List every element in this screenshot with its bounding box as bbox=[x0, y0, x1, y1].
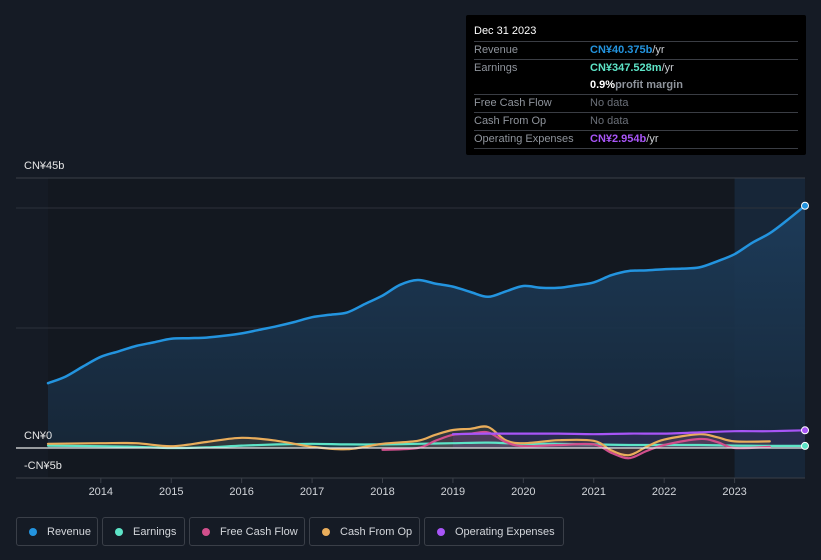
tooltip-panel: Dec 31 2023 Revenue CN¥40.375b /yr Earni… bbox=[466, 15, 806, 155]
x-tick-label: 2023 bbox=[722, 486, 746, 498]
legend-label: Earnings bbox=[133, 525, 177, 538]
tooltip-row-operating-expenses: Operating Expenses CN¥2.954b /yr bbox=[474, 131, 798, 149]
x-tick-label: 2022 bbox=[652, 486, 676, 498]
tooltip-value: CN¥347.528m bbox=[590, 62, 662, 74]
tooltip-value: CN¥40.375b bbox=[590, 44, 653, 56]
tooltip-value: CN¥2.954b bbox=[590, 133, 647, 145]
legend-label: Revenue bbox=[47, 525, 92, 538]
tooltip-value: 0.9% bbox=[590, 79, 616, 91]
x-tick-label: 2017 bbox=[300, 486, 324, 498]
tooltip-label: Earnings bbox=[474, 62, 518, 74]
legend-label: Free Cash Flow bbox=[220, 525, 298, 538]
x-tick-label: 2014 bbox=[89, 486, 113, 498]
legend-dot-icon bbox=[202, 527, 210, 536]
legend-dot-icon bbox=[322, 527, 330, 536]
x-tick-label: 2021 bbox=[582, 486, 606, 498]
y-tick-label-bottom: -CN¥5b bbox=[24, 460, 62, 472]
tooltip-unit: /yr bbox=[646, 133, 659, 145]
tooltip-date: Dec 31 2023 bbox=[474, 21, 798, 42]
x-tick-label: 2019 bbox=[441, 486, 465, 498]
legend-operating-expenses[interactable]: Operating Expenses bbox=[424, 517, 564, 546]
legend-revenue[interactable]: Revenue bbox=[16, 517, 98, 546]
tooltip-row-earnings: Earnings CN¥347.528m /yr bbox=[474, 60, 798, 77]
tooltip-row-profit-margin: 0.9% profit margin bbox=[474, 77, 798, 95]
x-tick-label: 2016 bbox=[229, 486, 253, 498]
legend-cash-from-op[interactable]: Cash From Op bbox=[309, 517, 420, 546]
y-tick-label-top: CN¥45b bbox=[24, 160, 65, 172]
end-marker-revenue bbox=[801, 201, 809, 210]
tooltip-unit: /yr bbox=[661, 62, 674, 74]
legend-label: Operating Expenses bbox=[455, 525, 555, 538]
tooltip-row-cash-from-op: Cash From Op No data bbox=[474, 113, 798, 131]
tooltip-value: No data bbox=[590, 97, 629, 109]
tooltip-label: Free Cash Flow bbox=[474, 97, 552, 109]
tooltip-value: No data bbox=[590, 115, 629, 127]
tooltip-label: Operating Expenses bbox=[474, 133, 574, 145]
legend-earnings[interactable]: Earnings bbox=[102, 517, 185, 546]
x-tick-label: 2015 bbox=[159, 486, 183, 498]
x-tick-label: 2018 bbox=[370, 486, 394, 498]
tooltip-row-free-cash-flow: Free Cash Flow No data bbox=[474, 95, 798, 113]
tooltip-label bbox=[474, 77, 590, 94]
legend-dot-icon bbox=[437, 527, 445, 536]
legend-label: Cash From Op bbox=[340, 525, 413, 538]
y-tick-label-zero: CN¥0 bbox=[24, 430, 53, 442]
tooltip-unit: /yr bbox=[652, 44, 665, 56]
legend-free-cash-flow[interactable]: Free Cash Flow bbox=[189, 517, 305, 546]
tooltip-unit: profit margin bbox=[615, 79, 683, 91]
tooltip-label: Cash From Op bbox=[474, 115, 547, 127]
tooltip-label: Revenue bbox=[474, 44, 519, 56]
x-tick-label: 2020 bbox=[511, 486, 535, 498]
end-marker-earnings bbox=[801, 441, 809, 450]
end-marker-operating-expenses bbox=[801, 426, 809, 435]
legend-dot-icon bbox=[115, 527, 123, 536]
legend-dot-icon bbox=[29, 527, 37, 536]
tooltip-row-revenue: Revenue CN¥40.375b /yr bbox=[474, 42, 798, 60]
